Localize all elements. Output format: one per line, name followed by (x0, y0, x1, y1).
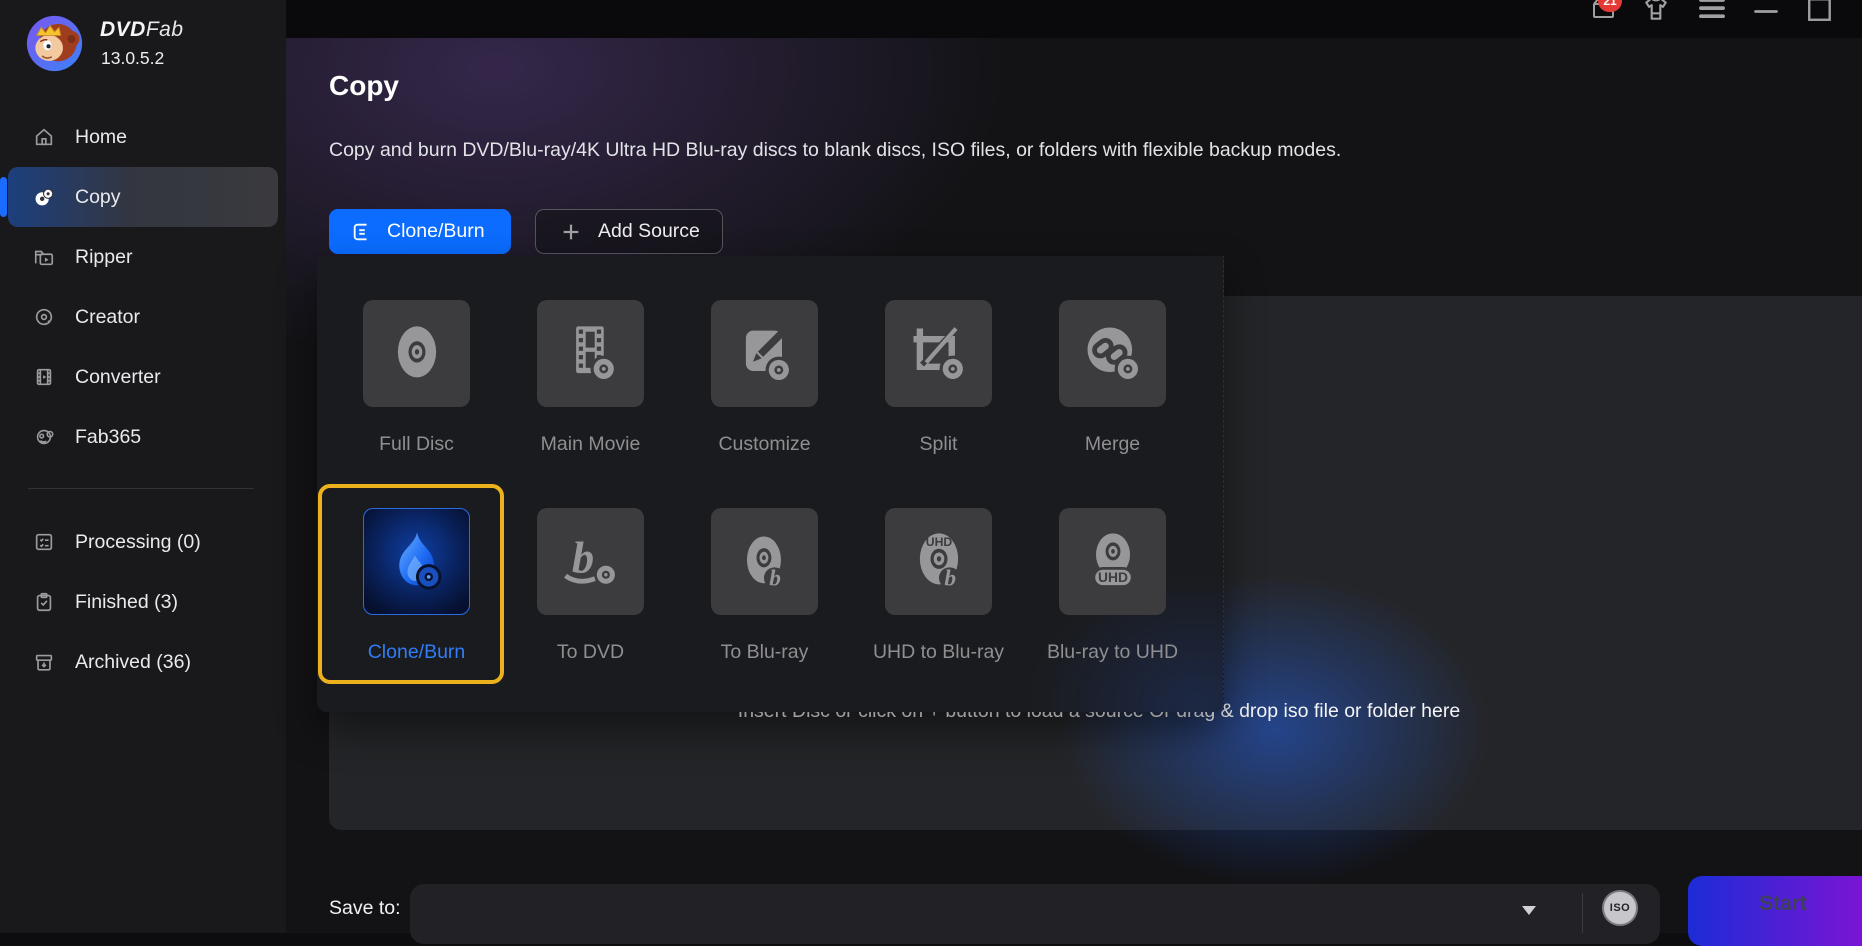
plus-icon (560, 221, 582, 243)
save-path-input[interactable] (410, 884, 1660, 944)
mode-label: Full Disc (379, 433, 454, 456)
mode-tile-split[interactable]: Split (885, 300, 992, 460)
iso-badge-label: ISO (1610, 902, 1630, 914)
customize-icon (731, 320, 799, 388)
app-brand: DVDFab (100, 18, 184, 42)
sidebar-item-archived[interactable]: Archived (36) (8, 632, 278, 692)
ripper-icon (33, 246, 55, 268)
tab-add-source[interactable]: Add Source (535, 209, 723, 254)
sidebar-item-converter[interactable]: Converter (8, 347, 278, 407)
split-icon (905, 320, 973, 388)
svg-text:UHD: UHD (1098, 569, 1128, 585)
theme-shirt-icon[interactable] (1642, 0, 1672, 25)
sidebar-item-processing[interactable]: Processing (0) (8, 512, 278, 572)
sidebar-item-fab365[interactable]: Fab365 (8, 407, 278, 467)
sidebar-item-copy[interactable]: Copy (8, 167, 278, 227)
sidebar-item-label: Converter (75, 366, 161, 389)
start-button-label: Start (1759, 892, 1807, 916)
full-disc-icon (383, 320, 451, 388)
sidebar-item-label: Ripper (75, 246, 132, 269)
sidebar-item-label: Copy (75, 186, 121, 209)
mode-tile-main-movie[interactable]: Main Movie (537, 300, 644, 460)
mode-tile-customize[interactable]: Customize (711, 300, 818, 460)
clone-burn-flame-icon (383, 528, 451, 596)
mode-label: To Blu-ray (721, 641, 809, 664)
sidebar-item-label: Archived (36) (75, 651, 191, 674)
mode-label: UHD to Blu-ray (873, 641, 1004, 664)
mode-tile-to-dvd[interactable]: b To DVD (537, 508, 644, 668)
svg-text:b: b (944, 565, 956, 591)
mode-label: Split (920, 433, 958, 456)
minimize-icon[interactable] (1752, 0, 1782, 25)
to-dvd-icon: b (557, 528, 625, 596)
sidebar-item-label: Fab365 (75, 426, 141, 449)
sidebar-item-label: Home (75, 126, 127, 149)
sidebar-item-home[interactable]: Home (8, 107, 278, 167)
iso-output-icon[interactable]: ISO (1602, 890, 1638, 926)
tab-label: Add Source (598, 220, 700, 243)
mode-tile-clone-burn[interactable]: Clone/Burn (363, 508, 470, 668)
sidebar-item-ripper[interactable]: Ripper (8, 227, 278, 287)
menu-icon[interactable] (1698, 0, 1728, 25)
mode-row-2: Clone/Burn b To DVD b To Blu-ray (363, 508, 1166, 668)
mode-tile-to-blu-ray[interactable]: b To Blu-ray (711, 508, 818, 668)
mode-tile-full-disc[interactable]: Full Disc (363, 300, 470, 460)
maximize-icon[interactable] (1806, 0, 1836, 25)
save-to-label: Save to: (329, 897, 401, 920)
processing-list-icon (33, 531, 55, 553)
svg-text:b: b (571, 532, 593, 582)
copy-mode-popup: Full Disc Main Movie (317, 256, 1224, 712)
finished-clipboard-icon (33, 591, 55, 613)
svg-text:b: b (769, 565, 781, 591)
home-icon (33, 126, 55, 148)
sidebar-tasks: Processing (0) Finished (3) Archived (36… (0, 512, 286, 692)
tab-label: Clone/Burn (387, 220, 485, 243)
mode-label: Blu-ray to UHD (1047, 641, 1178, 664)
page-title: Copy (329, 70, 399, 102)
sidebar-item-label: Finished (3) (75, 591, 178, 614)
converter-film-icon (33, 366, 55, 388)
start-button[interactable]: Start (1688, 876, 1862, 946)
svg-text:UHD: UHD (925, 535, 952, 549)
creator-disc-icon (33, 306, 55, 328)
copy-disc-icon (33, 186, 55, 208)
clone-burn-tab-icon (351, 221, 373, 243)
page-subtitle: Copy and burn DVD/Blu-ray/4K Ultra HD Bl… (329, 139, 1341, 162)
titlebar: 21 (286, 0, 1862, 38)
main-movie-icon (557, 320, 625, 388)
chevron-down-icon[interactable] (1522, 906, 1536, 915)
sidebar-menu: Home Copy Ripper Creator (0, 107, 286, 467)
mode-tile-uhd-to-blu-ray[interactable]: UHD b UHD to Blu-ray (885, 508, 992, 668)
blu-ray-to-uhd-icon: UHD (1079, 528, 1147, 596)
mode-tile-merge[interactable]: Merge (1059, 300, 1166, 460)
input-divider (1582, 893, 1583, 933)
mode-label: Customize (718, 433, 810, 456)
mode-label: Merge (1085, 433, 1140, 456)
merge-icon (1079, 320, 1147, 388)
sidebar: DVDFab 13.0.5.2 Home Copy Ripper (0, 0, 286, 933)
fab365-monkey-icon (33, 426, 55, 448)
uhd-to-blu-ray-icon: UHD b (905, 528, 973, 596)
sidebar-item-finished[interactable]: Finished (3) (8, 572, 278, 632)
archived-box-icon (33, 651, 55, 673)
mode-label: To DVD (557, 641, 624, 664)
mode-label: Clone/Burn (368, 641, 466, 664)
app-version: 13.0.5.2 (101, 48, 164, 69)
sidebar-item-creator[interactable]: Creator (8, 287, 278, 347)
dvdfab-monkey-avatar (26, 15, 83, 72)
to-blu-ray-icon: b (731, 528, 799, 596)
mode-label: Main Movie (541, 433, 641, 456)
mode-tile-blu-ray-to-uhd[interactable]: UHD Blu-ray to UHD (1059, 508, 1166, 668)
sidebar-divider (28, 488, 254, 489)
mode-row-1: Full Disc Main Movie (363, 300, 1166, 460)
tab-clone-burn[interactable]: Clone/Burn (329, 209, 511, 254)
sidebar-item-label: Creator (75, 306, 140, 329)
sidebar-item-label: Processing (0) (75, 531, 201, 554)
